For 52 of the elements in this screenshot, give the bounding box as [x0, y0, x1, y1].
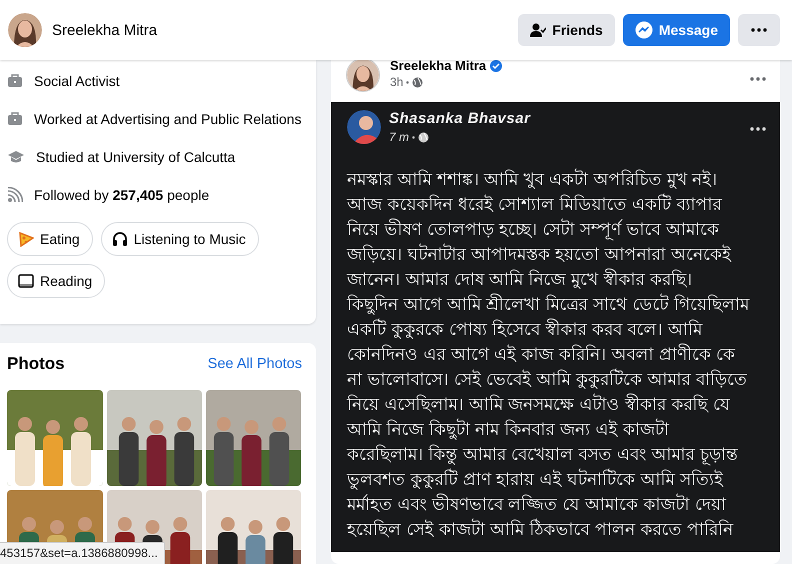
globe-icon: [418, 132, 430, 142]
post-text-line: জানেন। আমার দোষ আমি নিজে মুখে স্বীকার করছি।: [347, 268, 693, 292]
hobby-chip[interactable]: Eating: [7, 222, 93, 256]
post-text-line: নমস্কার আমি শশাঙ্ক। আমি খুব একটা অপরিচিত মুখ নই।: [347, 168, 718, 192]
post-author[interactable]: Sreelekha Mitra: [390, 58, 486, 73]
more-button[interactable]: [738, 14, 780, 46]
separator-dot-icon: [412, 136, 416, 138]
avatar: [8, 13, 42, 47]
more-icon: [750, 77, 766, 81]
person-icon: [530, 23, 546, 37]
intro-text: Worked at Advertising and Public Relations: [34, 111, 302, 127]
book-icon: [18, 274, 34, 288]
friends-button[interactable]: Friends: [518, 14, 615, 46]
profile-name: Sreelekha Mitra: [52, 22, 158, 38]
separator-dot-icon: [406, 80, 410, 84]
message-button[interactable]: Message: [622, 14, 730, 46]
hobby-chip[interactable]: Listening to Music: [100, 222, 259, 256]
see-all-photos-link[interactable]: See All Photos: [208, 356, 302, 372]
post-text-line: জড়িয়ে। ঘটনাটার আপাদমস্তক হয়তো আপনারা অনেকেই: [347, 243, 732, 267]
post-text-line: নিয়ে ভীষণ তোলপাড় হচ্ছে। সেটা সম্পূর্ণ ভাবে আমাকে: [347, 218, 720, 242]
globe-icon: [412, 76, 424, 88]
post-text-line: কিছুদিন আগে আমি শ্রীলেখা মিত্রের সাথে ডেটে গিয়েছিলাম: [347, 293, 751, 317]
post-text-line: না ভালোবাসে। সেই ভেবেই আমি কুকুরটিকে আমার বাড়িতে: [347, 368, 748, 392]
avatar: [347, 110, 381, 144]
shared-time: 7 m: [389, 130, 410, 144]
more-icon: [750, 127, 766, 131]
graduation-cap-icon: [7, 150, 25, 164]
hobby-chip[interactable]: Reading: [7, 264, 106, 298]
rss-icon: [7, 187, 23, 203]
post-text-line: হয়েছিল সেই কাজটা আমি ঠিকভাবে পালন করতে পারিনি: [347, 518, 734, 542]
post-text-line: মর্মাহত এবং ভীষণভাবে লজ্জিত যে আমাকে কাজটা দেয়া: [347, 493, 728, 517]
intro-text: Social Activist: [34, 73, 120, 89]
section-title: Photos: [7, 354, 65, 374]
messenger-icon: [634, 21, 653, 39]
link-url-tooltip: 453157&set=a.1386880998...: [0, 542, 165, 564]
intro-text: Studied at University of Calcutta: [36, 149, 236, 165]
post-text-line: নিয়ে এসেছিলাম। আমি জনসমক্ষে এটাও স্বীকার করছি যে: [347, 393, 731, 417]
post-text-line: আজ কয়েকদিন ধরেই সোশ্যাল মিডিয়াতে একটি ব্যাপার: [347, 193, 723, 217]
shared-author: Shasanka Bhavsar: [389, 110, 532, 127]
post-time[interactable]: 3h: [390, 75, 404, 89]
post-text-line: আমি নিজে কিছুটা নাম কিনবার জন্য এই কাজটা: [347, 418, 670, 442]
post-text-line: কোনদিনও এর আগে এই কাজ করিনি। অবলা প্রাণীকে কে: [347, 343, 736, 367]
headphones-icon: [112, 231, 128, 247]
pizza-slice-icon: [18, 231, 34, 247]
briefcase-icon: [7, 111, 23, 127]
post-text-line: ভুলবশত কুকুরটি প্রাণ হারায় এই ঘটনাটিকে আমি সত্যিই: [347, 468, 724, 492]
intro-text: Followed by 257,405 people: [34, 187, 210, 203]
post-text-line: করেছিলাম। কিন্তু আমার বেখেয়াল বসত এবং আমার চূড়ান্ত: [347, 444, 739, 468]
more-icon: [751, 28, 767, 32]
avatar: [346, 58, 380, 92]
post-text-line: একটি কুকুরকে পোষ্য হিসেবে স্বীকার করব বলে। আমি: [347, 318, 704, 342]
briefcase-icon: [7, 73, 23, 89]
